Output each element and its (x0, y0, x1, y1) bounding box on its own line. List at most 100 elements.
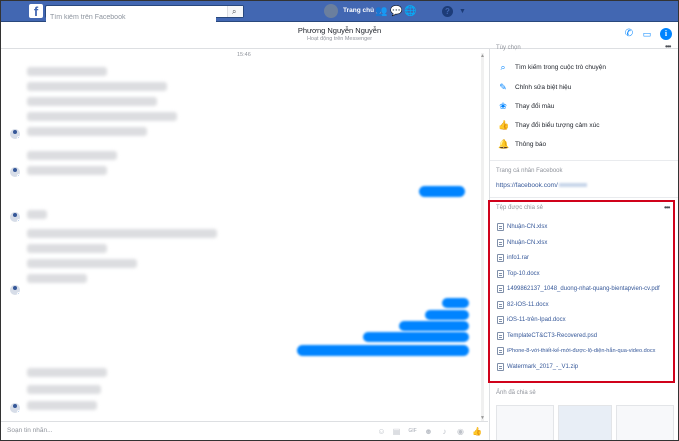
video-icon[interactable]: ▭ (641, 28, 653, 40)
my-message-bubble (297, 345, 469, 356)
shared-file-item[interactable]: Watermark_2017_-_V1.zip (497, 361, 578, 372)
shared-file-item[interactable]: iOS-11-trên-Ipad.docx (497, 314, 566, 325)
message-bubble (27, 368, 107, 377)
search-icon: ⌕ (232, 7, 237, 16)
globe-icon[interactable]: 🌐 (404, 6, 416, 17)
file-name: TemplateCT&CT3-Recovered.psd (507, 332, 598, 339)
my-message-bubble (363, 332, 469, 342)
thumbs-up-icon: 👍 (498, 120, 510, 130)
my-message-bubble (419, 186, 465, 197)
shared-photos-title: Ảnh đã chia sẻ (496, 390, 536, 396)
shared-file-item[interactable]: TemplateCT&CT3-Recovered.psd (497, 330, 597, 341)
shared-files-highlight: Tệp được chia sẻ ••• Nhuận-CN.xlsx Nhuận… (488, 200, 675, 383)
file-icon (497, 269, 504, 278)
redacted-text (558, 183, 587, 188)
message-bubble (27, 82, 167, 91)
option-edit-nickname[interactable]: ✎ Chỉnh sửa biệt hiệu (498, 81, 571, 93)
microphone-icon[interactable]: ♪ (440, 427, 449, 436)
my-message-bubble (399, 321, 469, 331)
shared-photo-thumbnail[interactable] (558, 405, 612, 440)
file-icon (497, 284, 504, 293)
active-dot (17, 174, 20, 177)
file-name: info1.rar (507, 254, 530, 261)
shared-file-item[interactable]: iPhone-8-với-thiết-kế-mới-được-lộ-diện-h… (497, 345, 655, 356)
dropdown-icon[interactable]: ▼ (457, 6, 468, 17)
palette-icon: ❀ (499, 101, 507, 111)
like-icon[interactable]: 👍 (472, 427, 482, 436)
info-icon[interactable]: i (660, 28, 672, 40)
profile-avatar[interactable] (324, 4, 338, 18)
home-label: Trang chủ (343, 7, 375, 14)
section-divider (490, 160, 678, 161)
file-name: iOS-11-trên-Ipad.docx (507, 316, 566, 323)
shared-file-item[interactable]: Nhuận-CN.xlsx (497, 237, 547, 248)
shared-files-title: Tệp được chia sẻ (496, 205, 543, 211)
shared-file-item[interactable]: Top-10.docx (497, 268, 540, 279)
option-label: Chỉnh sửa biệt hiệu (515, 83, 572, 91)
messenger-icon[interactable]: 💬 (390, 6, 402, 17)
message-timestamp: 15:46 (237, 52, 251, 58)
sticker-icon[interactable]: ☺ (377, 427, 386, 436)
shared-file-item[interactable]: 1499862137_1048_duong-nhat-quang-bientap… (497, 283, 660, 294)
file-name: Nhuận-CN.xlsx (507, 239, 548, 246)
facebook-logo[interactable]: f (29, 4, 43, 19)
camera-icon[interactable]: ◉ (456, 427, 465, 436)
message-bubble (27, 229, 217, 238)
scroll-up-icon[interactable]: ▲ (480, 53, 485, 59)
phone-icon[interactable]: ✆ (623, 28, 635, 40)
message-composer: ☺ ▤ GIF ☻ ♪ ◉ 👍 (1, 421, 488, 440)
shared-photo-thumbnail[interactable] (616, 405, 674, 440)
file-icon (497, 346, 504, 355)
option-notifications[interactable]: 🔔 Thông báo (498, 138, 546, 150)
shared-file-item[interactable]: Nhuận-CN.xlsx (497, 221, 547, 232)
file-icon (497, 331, 504, 340)
message-bubble (27, 166, 107, 175)
chat-scrollbar[interactable]: ▲ ▼ (480, 53, 485, 421)
more-icon[interactable]: ••• (665, 43, 671, 51)
active-dot (17, 292, 20, 295)
message-input[interactable] (7, 427, 157, 434)
shared-file-item[interactable]: 82-IOS-11.docx (497, 299, 549, 310)
emoji-icon[interactable]: ☻ (424, 427, 433, 436)
option-search-conversation[interactable]: ⌕ Tìm kiếm trong cuộc trò chuyện (498, 61, 606, 73)
option-label: Thông báo (515, 140, 547, 148)
profile-link-text: https://facebook.com/ (496, 182, 558, 189)
contact-name[interactable]: Phương Nguyễn Nguyễn (1, 26, 678, 35)
shared-file-item[interactable]: info1.rar (497, 252, 529, 263)
contact-avatar[interactable] (10, 129, 20, 139)
message-bubble (27, 385, 101, 394)
contact-status: Hoạt động trên Messenger (306, 36, 373, 42)
file-icon (497, 222, 504, 231)
file-icon[interactable]: ▤ (392, 427, 401, 436)
shared-photos-grid (496, 405, 674, 440)
more-icon[interactable]: ••• (664, 204, 670, 212)
scrollbar-thumb[interactable] (481, 53, 484, 421)
message-bubble (27, 401, 97, 410)
option-label: Tìm kiếm trong cuộc trò chuyện (515, 63, 607, 71)
shared-photo-thumbnail[interactable] (496, 405, 554, 440)
friends-icon[interactable]: 👥 (375, 6, 387, 17)
options-title: Tùy chọn (496, 45, 521, 51)
contact-avatar[interactable] (10, 212, 20, 222)
contact-avatar[interactable] (10, 285, 20, 295)
message-bubble (27, 112, 177, 121)
message-bubble (27, 210, 47, 219)
option-change-emoji[interactable]: 👍 Thay đổi biểu tượng cảm xúc (498, 119, 600, 131)
file-icon (497, 238, 504, 247)
file-icon (497, 253, 504, 262)
file-icon (497, 300, 504, 309)
my-message-bubble (425, 310, 469, 320)
conversation-details-panel: Tùy chọn ••• ⌕ Tìm kiếm trong cuộc trò c… (488, 43, 678, 440)
search-button[interactable]: ⌕ (227, 6, 243, 17)
messenger-window: f ⌕ Trang chủ2 👥 💬 🌐 ? ▼ Phương Nguyễn N… (0, 0, 679, 441)
profile-link[interactable]: https://facebook.com/ (496, 182, 587, 189)
help-icon[interactable]: ? (442, 6, 453, 17)
contact-avatar[interactable] (10, 167, 20, 177)
gif-icon[interactable]: GIF (408, 427, 417, 436)
message-bubble (27, 127, 147, 136)
contact-avatar[interactable] (10, 403, 20, 413)
active-dot (17, 136, 20, 139)
option-change-color[interactable]: ❀ Thay đổi màu (498, 100, 554, 112)
search-box: ⌕ (45, 5, 244, 23)
section-divider (490, 197, 678, 198)
